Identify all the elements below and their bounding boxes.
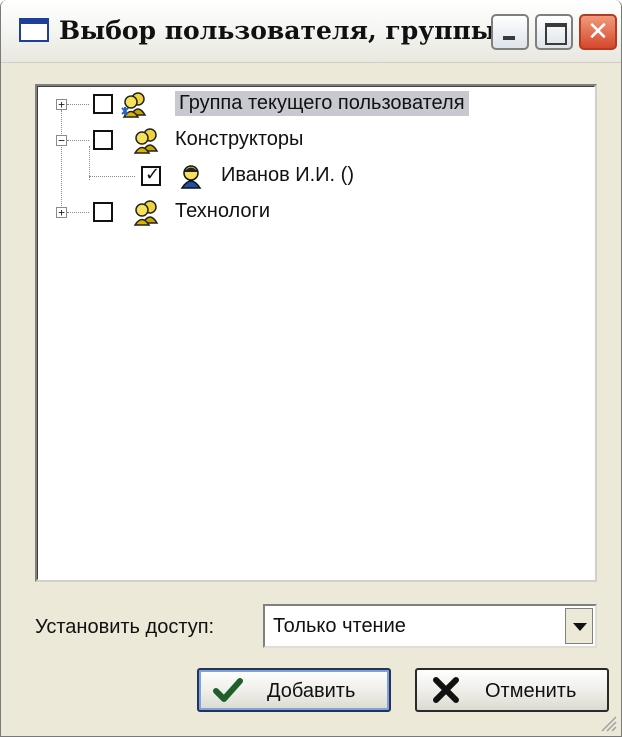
tree-node-label: Конструкторы xyxy=(175,128,304,150)
dialog-window: Выбор пользователя, группы ✕ + Группа те… xyxy=(0,0,622,737)
expand-icon[interactable]: + xyxy=(56,207,67,218)
tree-node-label: Группа текущего пользователя xyxy=(175,91,469,116)
add-button-label: Добавить xyxy=(267,680,356,702)
title-bar[interactable]: Выбор пользователя, группы ✕ xyxy=(1,0,621,63)
user-group-tree[interactable]: + Группа текущего пользователя − Констру… xyxy=(35,84,597,582)
cross-icon xyxy=(433,677,459,703)
access-select[interactable]: Только чтение xyxy=(263,604,597,648)
tree-node-label: Иванов И.И. () xyxy=(221,164,354,186)
tree-node-label: Технологи xyxy=(175,200,270,222)
add-button[interactable]: Добавить xyxy=(197,668,391,712)
tree-node-user[interactable]: ✓ Иванов И.И. () xyxy=(37,161,593,191)
expand-icon[interactable]: + xyxy=(56,99,67,110)
user-group-icon xyxy=(133,128,159,154)
node-checkbox[interactable] xyxy=(93,94,113,114)
close-button[interactable]: ✕ xyxy=(579,14,617,50)
resize-grip-icon[interactable] xyxy=(597,712,617,732)
node-checkbox[interactable] xyxy=(93,202,113,222)
tree-node-current-user-group[interactable]: + Группа текущего пользователя xyxy=(37,89,593,119)
user-icon xyxy=(180,165,202,189)
node-checkbox-checked[interactable]: ✓ xyxy=(141,164,161,186)
window-icon xyxy=(19,18,49,42)
node-checkbox[interactable] xyxy=(93,130,113,150)
tree-node-constructors[interactable]: − Конструкторы xyxy=(37,125,593,155)
checkbox-check-icon: ✓ xyxy=(145,164,161,185)
access-select-value: Только чтение xyxy=(273,615,406,637)
current-user-group-icon xyxy=(121,92,147,118)
cancel-button[interactable]: Отменить xyxy=(415,668,609,712)
collapse-icon[interactable]: − xyxy=(56,135,67,146)
cancel-button-label: Отменить xyxy=(485,680,577,702)
user-group-icon xyxy=(133,200,159,226)
access-label: Установить доступ: xyxy=(35,616,215,638)
minimize-button[interactable] xyxy=(491,14,529,50)
tree-node-technologists[interactable]: + Технологи xyxy=(37,197,593,227)
window-title: Выбор пользователя, группы xyxy=(59,16,496,45)
maximize-button[interactable] xyxy=(535,14,573,50)
checkmark-icon xyxy=(213,678,243,702)
close-icon: ✕ xyxy=(587,17,609,47)
maximize-icon xyxy=(545,23,567,45)
chevron-down-icon[interactable] xyxy=(565,608,593,644)
minimize-icon xyxy=(503,36,515,40)
